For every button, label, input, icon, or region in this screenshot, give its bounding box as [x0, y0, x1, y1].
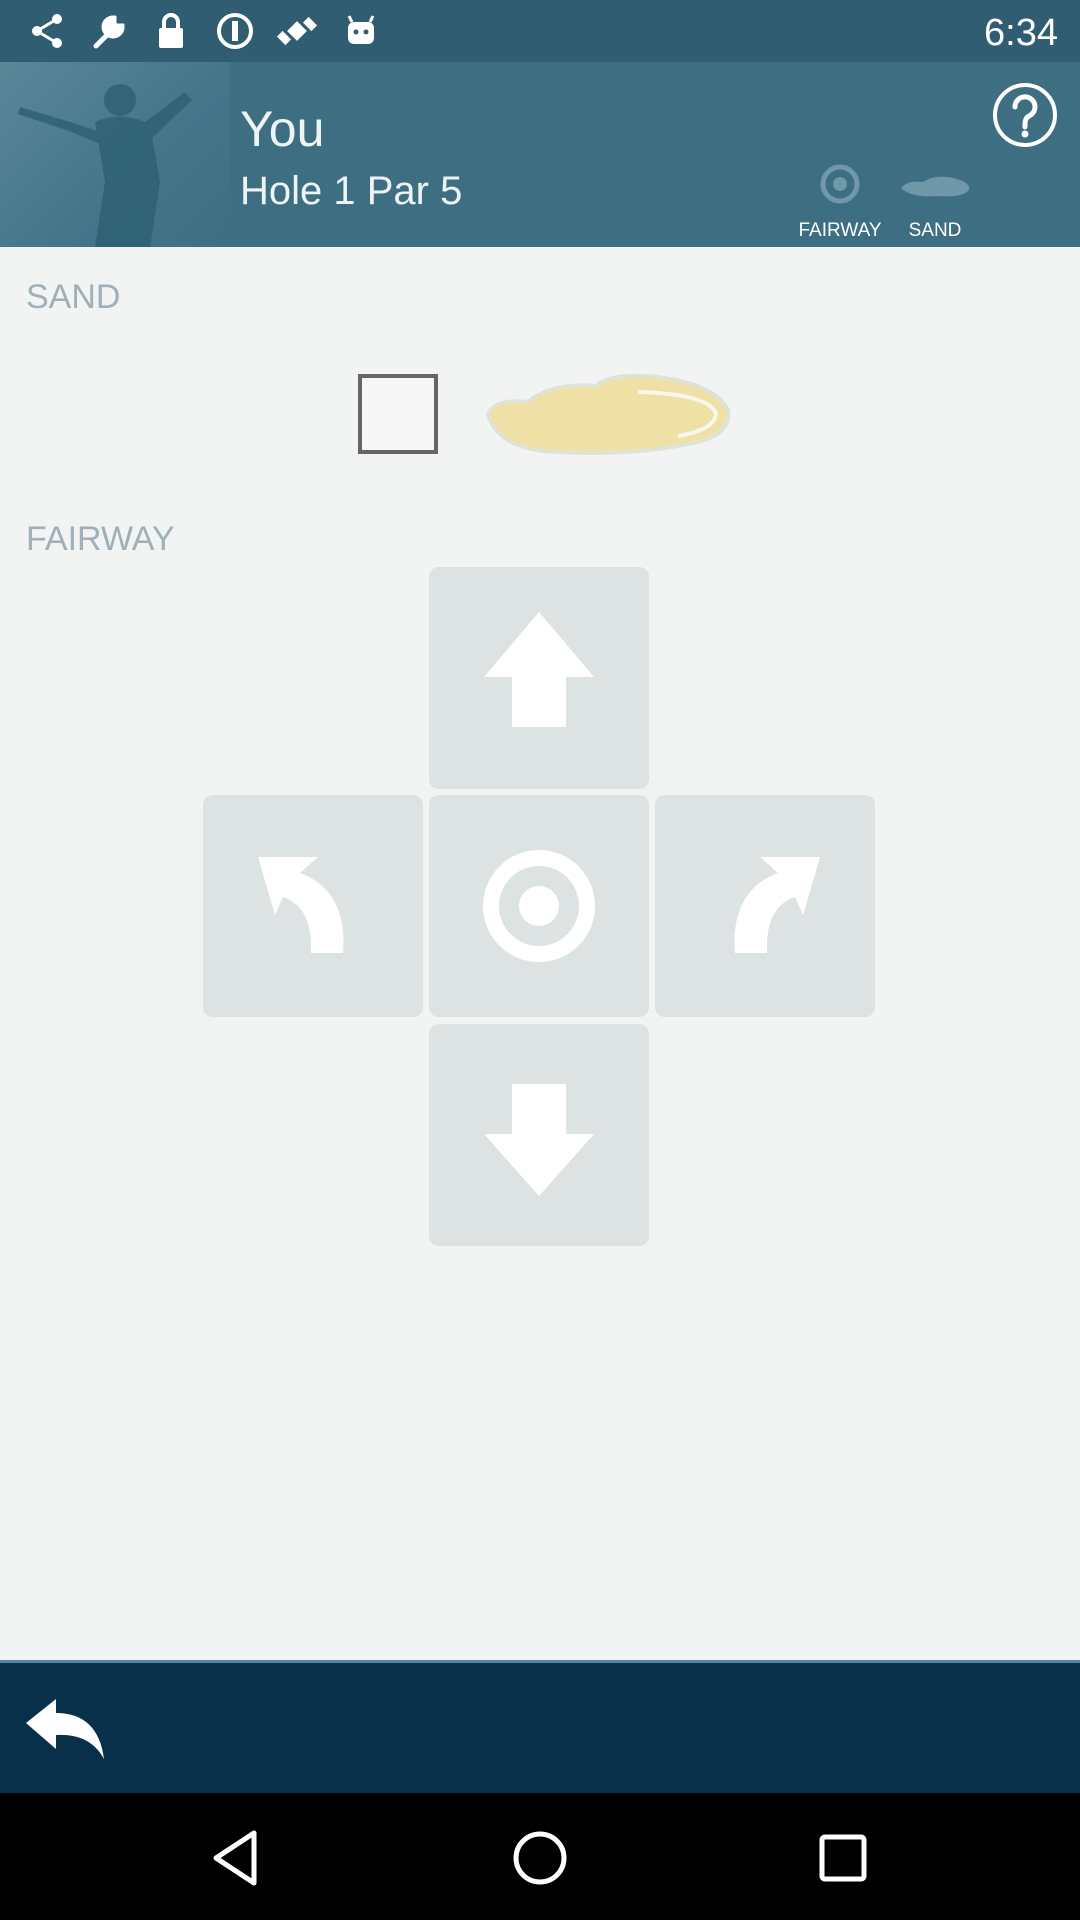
reply-icon[interactable]	[20, 1693, 110, 1768]
wrench-icon	[93, 15, 125, 49]
golfer-avatar	[0, 62, 230, 247]
aim-right-button[interactable]	[655, 795, 875, 1017]
aim-short-button[interactable]	[429, 1024, 649, 1246]
sand-checkbox[interactable]	[358, 374, 438, 454]
aim-center-button[interactable]	[429, 795, 649, 1017]
status-bar: 6:34	[0, 0, 1080, 62]
lock-icon	[159, 13, 183, 48]
home-circle-icon[interactable]	[505, 1823, 575, 1893]
sand-trap-image[interactable]	[478, 352, 738, 462]
header: You Hole 1 Par 5 FAIRWAY SAND	[0, 62, 1080, 247]
target-icon	[820, 164, 860, 204]
back-triangle-icon[interactable]	[202, 1823, 272, 1893]
satellite-icon	[276, 16, 318, 46]
hole-info: Hole 1 Par 5	[240, 169, 463, 213]
player-name: You	[240, 101, 325, 157]
arrow-down-icon	[484, 1084, 594, 1196]
share-icon	[32, 14, 62, 48]
android-icon	[347, 15, 375, 44]
aim-straight-button[interactable]	[429, 567, 649, 789]
target-icon	[483, 850, 595, 962]
curve-left-icon	[258, 857, 344, 953]
bottom-bar	[0, 1660, 1080, 1796]
fairway-section-label: FAIRWAY	[26, 520, 175, 558]
sand-icon	[901, 176, 970, 197]
sand-section-label: SAND	[26, 278, 121, 316]
help-icon[interactable]	[990, 80, 1060, 150]
legend-sand-label: SAND	[908, 220, 962, 241]
aim-left-button[interactable]	[203, 795, 423, 1017]
arrow-up-icon	[484, 612, 594, 727]
navigation-bar	[0, 1793, 1080, 1920]
curve-right-icon	[734, 857, 820, 953]
recents-square-icon[interactable]	[808, 1823, 878, 1893]
info-icon	[217, 13, 253, 49]
status-time: 6:34	[984, 12, 1058, 54]
